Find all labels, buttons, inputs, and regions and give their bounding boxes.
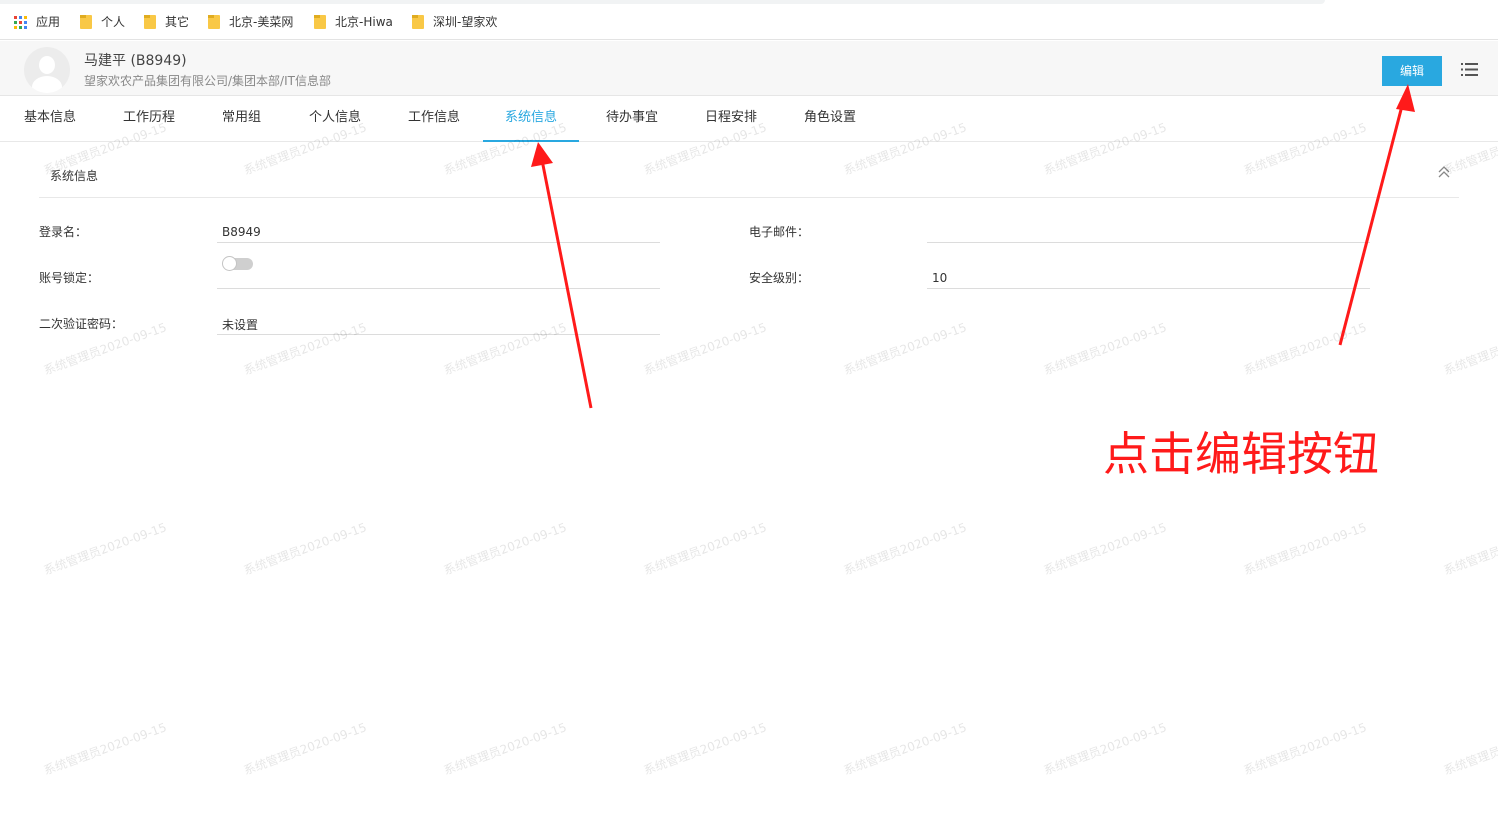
- watermark-text: 系统管理员2020-09-15: [1241, 520, 1369, 578]
- watermark-text: 系统管理员2020-09-15: [1241, 320, 1369, 378]
- bookmark-apps[interactable]: 应用: [14, 14, 60, 30]
- folder-icon: [208, 15, 220, 29]
- avatar-body: [32, 76, 62, 93]
- email-label: 电子邮件：: [749, 225, 810, 239]
- tab-todo[interactable]: 待办事宜: [606, 96, 658, 140]
- browser-top-strip: [0, 0, 1325, 4]
- watermark-text: 系统管理员2020-09-15: [241, 520, 369, 578]
- security-level-value: 10: [927, 263, 1370, 289]
- bookmark-folder-shenzhen[interactable]: 深圳-望家欢: [412, 14, 497, 30]
- bookmark-label: 深圳-望家欢: [433, 15, 498, 29]
- bookmark-label: 北京-美菜网: [229, 15, 294, 29]
- bookmark-folder-personal[interactable]: 个人: [80, 14, 125, 30]
- watermark-text: 系统管理员2020-09-15: [1041, 320, 1169, 378]
- tab-basic-info[interactable]: 基本信息: [24, 96, 76, 140]
- bookmark-folder-other[interactable]: 其它: [144, 14, 189, 30]
- tab-common-groups[interactable]: 常用组: [222, 96, 261, 140]
- watermark-text: 系统管理员2020-09-15: [641, 520, 769, 578]
- edit-button[interactable]: 编辑: [1382, 56, 1442, 86]
- user-name: 马建平 (B8949): [84, 53, 187, 69]
- two-factor-label: 二次验证密码：: [39, 317, 124, 331]
- bookmark-label: 其它: [165, 15, 190, 29]
- watermark-text: 系统管理员2020-09-15: [1441, 720, 1498, 778]
- email-value: [927, 217, 1370, 243]
- watermark-text: 系统管理员2020-09-15: [441, 520, 569, 578]
- watermark-text: 系统管理员2020-09-15: [241, 720, 369, 778]
- watermark-text: 系统管理员2020-09-15: [1041, 720, 1169, 778]
- tab-work-info[interactable]: 工作信息: [408, 96, 460, 140]
- watermark-text: 系统管理员2020-09-15: [1041, 520, 1169, 578]
- watermark-text: 系统管理员2020-09-15: [841, 720, 969, 778]
- folder-icon: [144, 15, 156, 29]
- login-name-value: B8949: [217, 217, 660, 243]
- bookmark-label: 个人: [101, 15, 126, 29]
- folder-icon: [412, 15, 424, 29]
- bookmark-label: 北京-Hiwa: [335, 15, 393, 29]
- list-menu-icon[interactable]: [1461, 62, 1478, 77]
- watermark-text: 系统管理员2020-09-15: [441, 720, 569, 778]
- folder-icon: [80, 15, 92, 29]
- tab-system-info[interactable]: 系统信息: [483, 96, 579, 142]
- login-name-label: 登录名：: [39, 225, 88, 239]
- section-header: 系统信息: [39, 153, 1459, 198]
- two-factor-value: 未设置: [217, 309, 660, 335]
- bookmark-folder-beijing-hiwa[interactable]: 北京-Hiwa: [314, 14, 393, 30]
- bookmark-label: 应用: [36, 15, 61, 29]
- annotation-text: 点击编辑按钮: [1103, 427, 1379, 481]
- avatar: [24, 47, 70, 93]
- watermark-text: 系统管理员2020-09-15: [641, 720, 769, 778]
- watermark-text: 系统管理员2020-09-15: [841, 320, 969, 378]
- watermark-text: 系统管理员2020-09-15: [1441, 320, 1498, 378]
- account-lock-toggle[interactable]: [222, 256, 253, 271]
- bookmarks-bar: 应用 个人 其它 北京-美菜网 北京-Hiwa 深圳-望家欢: [0, 0, 1498, 40]
- watermark-text: 系统管理员2020-09-15: [41, 720, 169, 778]
- tab-role-settings[interactable]: 角色设置: [804, 96, 856, 140]
- watermark-text: 系统管理员2020-09-15: [41, 520, 169, 578]
- watermark-text: 系统管理员2020-09-15: [1441, 520, 1498, 578]
- section-title: 系统信息: [50, 169, 99, 183]
- folder-icon: [314, 15, 326, 29]
- account-lock-label: 账号锁定：: [39, 271, 100, 285]
- account-lock-field: [217, 256, 660, 289]
- tab-work-history[interactable]: 工作历程: [123, 96, 175, 140]
- tab-personal-info[interactable]: 个人信息: [309, 96, 361, 140]
- profile-header: 马建平 (B8949) 望家欢农产品集团有限公司/集团本部/IT信息部 编辑: [0, 41, 1498, 96]
- tab-schedule[interactable]: 日程安排: [705, 96, 757, 140]
- bookmark-folder-beijing-meicai[interactable]: 北京-美菜网: [208, 14, 293, 30]
- collapse-chevron-up-icon[interactable]: [1437, 165, 1451, 179]
- tab-bar: 基本信息 工作历程 常用组 个人信息 工作信息 系统信息 待办事宜 日程安排 角…: [0, 96, 1498, 142]
- security-level-label: 安全级别：: [749, 271, 810, 285]
- watermark-text: 系统管理员2020-09-15: [641, 320, 769, 378]
- watermark-text: 系统管理员2020-09-15: [841, 520, 969, 578]
- apps-grid-icon: [14, 15, 27, 29]
- watermark-text: 系统管理员2020-09-15: [1241, 720, 1369, 778]
- user-organization: 望家欢农产品集团有限公司/集团本部/IT信息部: [84, 74, 331, 88]
- avatar-head: [39, 56, 55, 74]
- toggle-knob: [222, 256, 237, 271]
